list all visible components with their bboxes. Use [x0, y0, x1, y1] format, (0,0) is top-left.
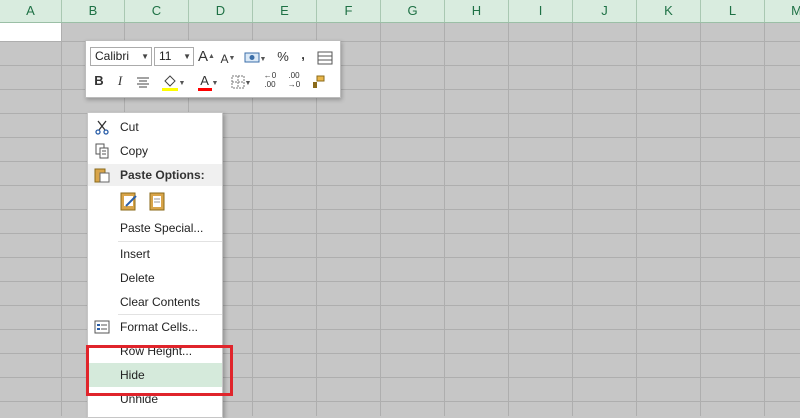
clipboard-icon	[149, 192, 165, 211]
column-header-row: A B C D E F G H I J K L M	[0, 0, 800, 23]
menu-item-clear-contents-label: Clear Contents	[120, 295, 201, 309]
align-center-icon	[137, 77, 149, 88]
font-color-icon: A	[200, 73, 209, 88]
grid-column-line	[380, 23, 381, 416]
grid-column-line	[444, 23, 445, 416]
scissors-icon	[95, 120, 109, 135]
grid-column-line	[61, 23, 62, 416]
format-table-button[interactable]	[316, 47, 334, 67]
highlight-annotation-box	[86, 345, 233, 396]
menu-item-copy[interactable]: Copy	[88, 139, 222, 163]
borders-icon	[231, 75, 245, 89]
paste-formatting-icon	[120, 192, 137, 211]
menu-item-cut-label: Cut	[120, 120, 139, 134]
italic-button[interactable]: I	[114, 71, 126, 91]
accounting-format-button[interactable]: ▼	[242, 47, 268, 67]
font-size-value: 11	[159, 49, 172, 63]
decrease-decimal-button[interactable]: .00 →0	[284, 71, 304, 91]
grid-column-line	[764, 23, 765, 416]
grid-column-line	[636, 23, 637, 416]
percent-style-button[interactable]: %	[276, 47, 290, 67]
menu-item-insert[interactable]: Insert	[88, 242, 222, 266]
paste-options-label: Paste Options:	[120, 168, 205, 182]
format-painter-icon	[313, 75, 325, 88]
menu-item-clear-contents[interactable]: Clear Contents	[88, 290, 222, 314]
menu-item-delete-label: Delete	[120, 271, 155, 285]
shrink-font-button[interactable]: A▼	[220, 49, 236, 69]
column-header-h[interactable]: H	[445, 0, 509, 22]
format-cells-icon	[94, 320, 110, 334]
menu-item-copy-label: Copy	[120, 144, 149, 158]
bold-button[interactable]: B	[92, 71, 106, 91]
column-header-a[interactable]: A	[0, 0, 62, 22]
paste-button[interactable]	[146, 190, 172, 214]
paste-options-header: Paste Options:	[88, 164, 222, 186]
shrink-font-icon: A	[220, 52, 229, 66]
column-header-d[interactable]: D	[189, 0, 253, 22]
grid-column-line	[700, 23, 701, 416]
increase-decimal-icon: ←0.00	[263, 71, 277, 89]
menu-item-format-cells[interactable]: Format Cells...	[88, 315, 222, 339]
grid-column-line	[508, 23, 509, 416]
column-header-i[interactable]: I	[509, 0, 573, 22]
menu-item-cut[interactable]: Cut	[88, 115, 222, 139]
menu-item-delete[interactable]: Delete	[88, 266, 222, 290]
table-icon	[317, 51, 333, 65]
font-color-button[interactable]: A ▼	[194, 71, 222, 91]
fill-color-button[interactable]: ▼	[158, 71, 188, 91]
grow-font-button[interactable]: A▲	[198, 47, 215, 67]
accounting-format-icon	[244, 52, 260, 63]
font-name-select[interactable]: Calibri ▼	[90, 47, 152, 66]
column-header-c[interactable]: C	[125, 0, 189, 22]
center-align-button[interactable]	[134, 71, 152, 91]
column-header-f[interactable]: F	[317, 0, 381, 22]
mini-toolbar: Calibri ▼ 11 ▼ A▲ A▼ ▼ % , B I ▼ A ▼ ▼ ←…	[85, 40, 341, 98]
increase-decimal-button[interactable]: ←0.00	[260, 71, 280, 91]
column-header-l[interactable]: L	[701, 0, 765, 22]
cell-a1[interactable]	[0, 23, 61, 41]
paste-icon	[94, 168, 110, 183]
column-header-k[interactable]: K	[637, 0, 701, 22]
font-size-select[interactable]: 11 ▼	[154, 47, 194, 66]
menu-item-format-cells-label: Format Cells...	[120, 320, 199, 334]
column-header-e[interactable]: E	[253, 0, 317, 22]
paint-bucket-icon	[161, 74, 178, 91]
copy-icon	[95, 143, 109, 159]
menu-item-paste-special-label: Paste Special...	[120, 221, 204, 235]
comma-style-button[interactable]: ,	[298, 45, 308, 65]
chevron-down-icon: ▼	[183, 52, 191, 61]
column-header-g[interactable]: G	[381, 0, 445, 22]
chevron-down-icon: ▼	[141, 52, 149, 61]
decrease-decimal-icon: .00 →0	[287, 71, 301, 89]
menu-item-insert-label: Insert	[120, 247, 151, 261]
column-header-m[interactable]: M	[765, 0, 800, 22]
borders-button[interactable]: ▼	[228, 71, 254, 91]
column-header-j[interactable]: J	[573, 0, 637, 22]
font-color-bar	[197, 88, 212, 91]
menu-item-paste-special[interactable]: Paste Special...	[88, 216, 222, 240]
paste-formatting-button[interactable]	[118, 190, 144, 214]
format-painter-button[interactable]	[308, 71, 328, 91]
grow-font-icon: A	[198, 48, 209, 65]
column-header-b[interactable]: B	[62, 0, 125, 22]
font-name-value: Calibri	[95, 49, 130, 63]
grid-column-line	[572, 23, 573, 416]
